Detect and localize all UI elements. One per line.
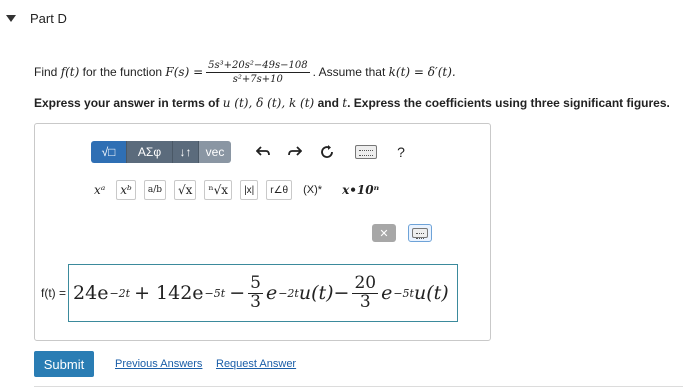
instruction-prefix: Express your answer in terms of bbox=[34, 96, 220, 110]
for-the-function-text: for the function bbox=[82, 65, 163, 79]
fraction-5-3-num: 5 bbox=[248, 272, 263, 294]
fraction-20-3: 20 3 bbox=[352, 272, 379, 312]
term-u-2: u(t) bbox=[413, 282, 449, 304]
keyboard-toggle-button[interactable] bbox=[408, 224, 432, 242]
fraction-button[interactable]: a/b bbox=[143, 180, 167, 200]
exp-1: −2t bbox=[109, 286, 131, 300]
keyboard-toggle-icon bbox=[412, 228, 428, 239]
template-group: √□ ΑΣφ ↓↑ vec bbox=[91, 141, 231, 163]
instruction-suffix: . Express the coefficients using three s… bbox=[347, 96, 670, 110]
submit-button[interactable]: Submit bbox=[34, 351, 94, 377]
exp-5: −5t bbox=[393, 286, 414, 300]
transfer-fraction: 5s³+20s²−49s−108 s²+7s+10 bbox=[206, 59, 310, 85]
term-u-1: u(t) bbox=[298, 282, 334, 304]
power-button[interactable]: xᵃ bbox=[91, 180, 108, 200]
transfer-denominator: s²+7s+10 bbox=[232, 73, 283, 85]
vec-button[interactable]: vec bbox=[199, 141, 231, 163]
previous-answers-link[interactable]: Previous Answers bbox=[115, 358, 202, 370]
term-e-3: e bbox=[265, 282, 278, 304]
minus-2: − bbox=[333, 282, 350, 304]
bottom-divider bbox=[34, 386, 683, 387]
fraction-5-3: 53 bbox=[248, 272, 263, 312]
answer-label: f(t) = bbox=[41, 286, 67, 300]
help-button[interactable]: ? bbox=[390, 141, 412, 163]
answer-panel: √□ ΑΣφ ↓↑ vec ? xᵃ xᵇ a/b √x ⁿ√x |x| r∠θ… bbox=[34, 123, 491, 341]
answer-row: f(t) = 24e −2t + 142e −5t − 53 e −2t u(t) − … bbox=[41, 264, 459, 322]
clear-button[interactable]: ✕ bbox=[372, 224, 396, 242]
find-prefix: Find bbox=[34, 65, 58, 79]
toolbar-symbols: xᵃ xᵇ a/b √x ⁿ√x |x| r∠θ (X)* x•10ⁿ bbox=[87, 180, 386, 200]
toolbar-top: √□ ΑΣφ ↓↑ vec ? bbox=[91, 141, 417, 163]
conjugate-button[interactable]: (X)* bbox=[300, 180, 325, 200]
arrows-button[interactable]: ↓↑ bbox=[173, 141, 199, 163]
abs-button[interactable]: |x| bbox=[240, 180, 259, 200]
term-142e: + 142e bbox=[134, 282, 204, 304]
request-answer-link[interactable]: Request Answer bbox=[216, 358, 296, 370]
part-header[interactable]: Part D bbox=[6, 8, 67, 28]
answer-input[interactable]: 24e −2t + 142e −5t − 53 e −2t u(t) − 20 3 e −5… bbox=[68, 264, 459, 322]
F-of-s: F(s) = bbox=[165, 65, 204, 79]
transfer-numerator: 5s³+20s²−49s−108 bbox=[206, 59, 310, 73]
instruction-terms: u (t), δ (t), k (t) bbox=[222, 96, 315, 110]
instruction-text: Express your answer in terms of u (t), δ… bbox=[34, 96, 670, 110]
f-of-t: f(t) bbox=[60, 65, 80, 79]
greek-button[interactable]: ΑΣφ bbox=[127, 141, 173, 163]
keyboard-icon[interactable] bbox=[355, 141, 377, 163]
part-title: Part D bbox=[30, 10, 67, 26]
minus-1: − bbox=[229, 282, 246, 304]
exp-2: −5t bbox=[204, 286, 226, 300]
side-controls: ✕ bbox=[372, 224, 432, 242]
reset-icon[interactable] bbox=[316, 141, 338, 163]
collapse-caret-icon[interactable] bbox=[6, 14, 16, 22]
fraction-20-3-num: 20 bbox=[352, 272, 379, 294]
nth-root-button[interactable]: ⁿ√x bbox=[204, 180, 233, 200]
sci-notation-button[interactable]: x•10ⁿ bbox=[339, 180, 382, 200]
fraction-5-3-den: 3 bbox=[250, 291, 261, 312]
subscript-button[interactable]: xᵇ bbox=[116, 180, 136, 200]
term-e-5: e bbox=[381, 282, 393, 304]
polar-button[interactable]: r∠θ bbox=[266, 180, 293, 200]
clear-icon: ✕ bbox=[379, 227, 389, 240]
assume-text: . Assume that bbox=[312, 65, 386, 79]
exp-3: −2t bbox=[278, 286, 299, 300]
problem-statement: Find f(t) for the function F(s) = 5s³+20… bbox=[34, 52, 674, 92]
undo-icon[interactable] bbox=[252, 141, 274, 163]
sqrt-button[interactable]: √x bbox=[174, 180, 197, 200]
instruction-mid: and bbox=[317, 96, 339, 110]
term-24e: 24e bbox=[73, 282, 109, 304]
fraction-20-3-den: 3 bbox=[359, 291, 371, 312]
redo-icon[interactable] bbox=[284, 141, 306, 163]
templates-button[interactable]: √□ bbox=[91, 141, 127, 163]
assume-math: k(t) = δ′(t). bbox=[388, 65, 456, 79]
